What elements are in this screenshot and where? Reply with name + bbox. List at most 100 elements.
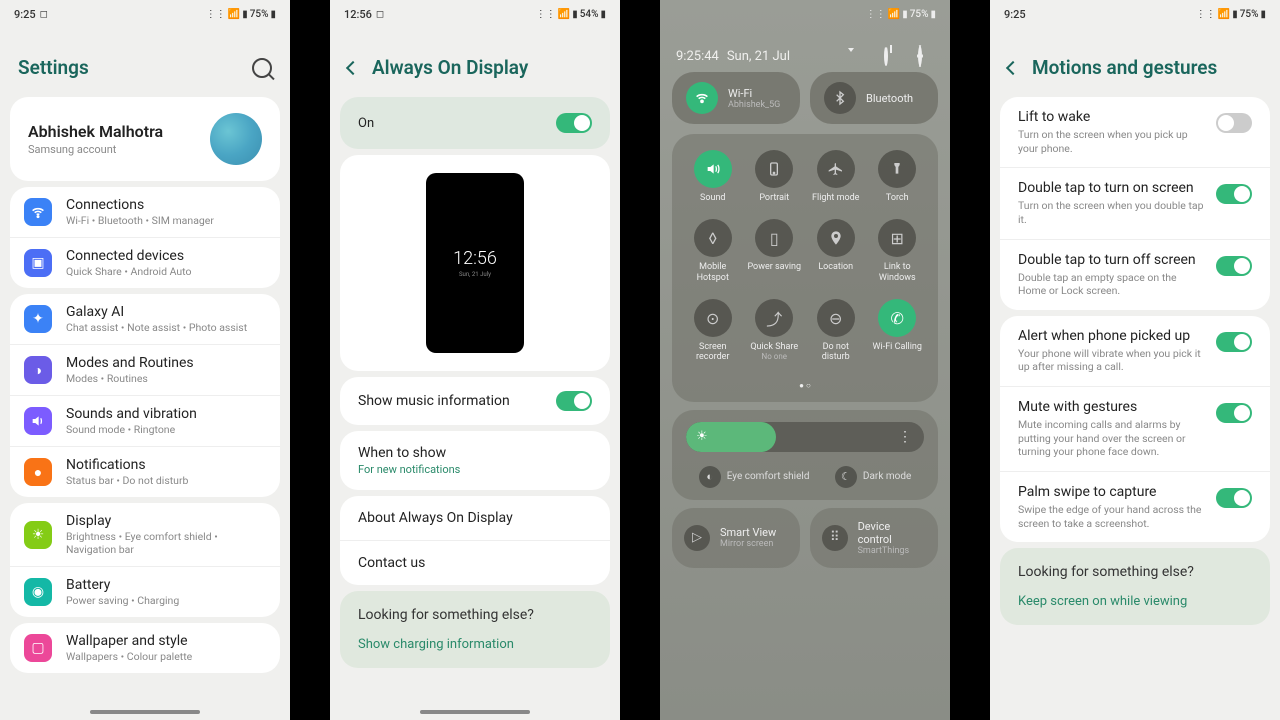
powersave-tile[interactable]: ▯Power saving bbox=[746, 219, 802, 283]
toggle-dtoff[interactable] bbox=[1216, 256, 1252, 276]
wifi-tile[interactable]: Wi-Fi Abhishek_5G bbox=[672, 72, 800, 124]
display-icon: ☀ bbox=[24, 521, 52, 549]
status-time: 9:25 bbox=[14, 8, 36, 21]
when-card: When to show For new notifications bbox=[340, 431, 610, 490]
smartview-tile[interactable]: ▷ Smart ViewMirror screen bbox=[672, 508, 800, 568]
screen-motions: 9:25 ⋮⋮ 📶 ▮ 75% ▮ Motions and gestures L… bbox=[990, 0, 1280, 720]
brightness-slider[interactable]: ☀ ⋮ bbox=[686, 422, 924, 452]
settings-group-wallpaper: ▢ Wallpaper and styleWallpapers • Colour… bbox=[10, 623, 280, 673]
page-title: Motions and gestures bbox=[1032, 56, 1217, 79]
hotspot-tile[interactable]: ◊Mobile Hotspot bbox=[685, 219, 741, 283]
edit-icon[interactable] bbox=[850, 48, 866, 64]
status-bar: 12:56 ◻ ⋮⋮ 📶 ▮ 54% ▮ bbox=[330, 0, 620, 28]
sound-tile[interactable]: Sound bbox=[685, 150, 741, 203]
footer-card: Looking for something else? Show chargin… bbox=[340, 591, 610, 668]
screen-quicksettings: ⋮⋮ 📶 ▮ 75% ▮ 9:25:44 Sun, 21 Jul Wi-Fi A… bbox=[660, 0, 950, 720]
screen-settings: 9:25 ◻ ⋮⋮ 📶 ▮ 75% ▮ Settings Abhishek Ma… bbox=[0, 0, 290, 720]
settings-item-modes[interactable]: ◑ Modes and RoutinesModes • Routines bbox=[10, 344, 280, 395]
settings-group-general: ✦ Galaxy AIChat assist • Note assist • P… bbox=[10, 294, 280, 497]
back-icon[interactable] bbox=[346, 60, 360, 74]
settings-group-display: ☀ DisplayBrightness • Eye comfort shield… bbox=[10, 503, 280, 617]
footer-link[interactable]: Keep screen on while viewing bbox=[1018, 594, 1252, 609]
brightness-icon: ☀ bbox=[696, 429, 708, 444]
smartview-icon: ▷ bbox=[684, 525, 710, 551]
motion-group-2: Alert when phone picked upYour phone wil… bbox=[1000, 316, 1270, 542]
qs-wide-tiles: Wi-Fi Abhishek_5G Bluetooth bbox=[660, 72, 950, 124]
settings-item-connections[interactable]: ConnectionsWi-Fi • Bluetooth • SIM manag… bbox=[10, 187, 280, 237]
about-row[interactable]: About Always On Display bbox=[340, 496, 610, 540]
windows-icon: ⊞ bbox=[878, 219, 916, 257]
sound-icon bbox=[24, 407, 52, 435]
settings-item-galaxy-ai[interactable]: ✦ Galaxy AIChat assist • Note assist • P… bbox=[10, 294, 280, 344]
settings-item-wallpaper[interactable]: ▢ Wallpaper and styleWallpapers • Colour… bbox=[10, 623, 280, 673]
mute-gesture-row[interactable]: Mute with gesturesMute incoming calls an… bbox=[1000, 386, 1270, 471]
slider-more-icon[interactable]: ⋮ bbox=[898, 429, 912, 445]
toggle-alert[interactable] bbox=[1216, 332, 1252, 352]
master-toggle-card[interactable]: On bbox=[340, 97, 610, 149]
preview-card[interactable]: 12:56 Sun, 21 July bbox=[340, 155, 610, 371]
double-tap-off-row[interactable]: Double tap to turn off screenDouble tap … bbox=[1000, 239, 1270, 310]
sound-icon bbox=[694, 150, 732, 188]
toggle-dton[interactable] bbox=[1216, 184, 1252, 204]
ai-icon: ✦ bbox=[24, 305, 52, 333]
lift-to-wake-row[interactable]: Lift to wakeTurn on the screen when you … bbox=[1000, 97, 1270, 167]
palm-swipe-row[interactable]: Palm swipe to captureSwipe the edge of y… bbox=[1000, 471, 1270, 542]
settings-item-battery[interactable]: ◉ BatteryPower saving • Charging bbox=[10, 566, 280, 617]
notifications-icon: ● bbox=[24, 458, 52, 486]
on-label: On bbox=[358, 116, 374, 131]
alert-pickup-row[interactable]: Alert when phone picked upYour phone wil… bbox=[1000, 316, 1270, 386]
settings-item-sounds[interactable]: Sounds and vibrationSound mode • Rington… bbox=[10, 395, 280, 446]
settings-item-display[interactable]: ☀ DisplayBrightness • Eye comfort shield… bbox=[10, 503, 280, 566]
screenrec-tile[interactable]: ⊙Screen recorder bbox=[685, 299, 741, 363]
footer-title: Looking for something else? bbox=[358, 607, 592, 623]
avatar[interactable] bbox=[210, 113, 262, 165]
powersave-icon: ▯ bbox=[755, 219, 793, 257]
nav-handle[interactable] bbox=[90, 710, 200, 714]
dark-mode-toggle[interactable]: ☾ Dark mode bbox=[835, 466, 911, 488]
share-icon: ⤴ bbox=[755, 299, 793, 337]
footer-link[interactable]: Show charging information bbox=[358, 637, 592, 652]
contact-row[interactable]: Contact us bbox=[340, 540, 610, 585]
devicecontrol-tile[interactable]: ⠿ Device controlSmartThings bbox=[810, 508, 938, 568]
status-bar: ⋮⋮ 📶 ▮ 75% ▮ bbox=[660, 0, 950, 28]
moon-icon: ☾ bbox=[835, 466, 857, 488]
account-card[interactable]: Abhishek Malhotra Samsung account bbox=[10, 97, 280, 181]
torch-tile[interactable]: Torch bbox=[869, 150, 925, 203]
eye-comfort-toggle[interactable]: ◐ Eye comfort shield bbox=[699, 466, 810, 488]
dnd-icon: ⊖ bbox=[817, 299, 855, 337]
wifi-icon bbox=[24, 198, 52, 226]
toggle-mute[interactable] bbox=[1216, 403, 1252, 423]
location-tile[interactable]: Location bbox=[808, 219, 864, 283]
when-to-show-row[interactable]: When to show For new notifications bbox=[340, 431, 610, 490]
portrait-tile[interactable]: Portrait bbox=[746, 150, 802, 203]
settings-item-notifications[interactable]: ● NotificationsStatus bar • Do not distu… bbox=[10, 446, 280, 497]
toggle-palm[interactable] bbox=[1216, 488, 1252, 508]
brightness-card: ☀ ⋮ ◐ Eye comfort shield ☾ Dark mode bbox=[672, 410, 938, 500]
eye-icon: ◐ bbox=[699, 466, 721, 488]
devicecontrol-icon: ⠿ bbox=[822, 525, 848, 551]
settings-group-connections: ConnectionsWi-Fi • Bluetooth • SIM manag… bbox=[10, 187, 280, 288]
airplane-icon bbox=[817, 150, 855, 188]
toggle-on[interactable] bbox=[556, 113, 592, 133]
status-time: 9:25 bbox=[1004, 8, 1026, 21]
phone-preview: 12:56 Sun, 21 July bbox=[426, 173, 524, 353]
double-tap-on-row[interactable]: Double tap to turn on screenTurn on the … bbox=[1000, 167, 1270, 238]
settings-icon[interactable] bbox=[918, 48, 934, 64]
show-music-row[interactable]: Show music information bbox=[340, 377, 610, 425]
screenrec-icon: ⊙ bbox=[694, 299, 732, 337]
flight-tile[interactable]: Flight mode bbox=[808, 150, 864, 203]
toggle-music[interactable] bbox=[556, 391, 592, 411]
back-icon[interactable] bbox=[1006, 60, 1020, 74]
toggle-lift[interactable] bbox=[1216, 113, 1252, 133]
wificall-tile[interactable]: ✆Wi-Fi Calling bbox=[869, 299, 925, 363]
bluetooth-tile[interactable]: Bluetooth bbox=[810, 72, 938, 124]
screen-aod: 12:56 ◻ ⋮⋮ 📶 ▮ 54% ▮ Always On Display O… bbox=[330, 0, 620, 720]
nav-handle[interactable] bbox=[420, 710, 530, 714]
settings-item-connected-devices[interactable]: ▣ Connected devicesQuick Share • Android… bbox=[10, 237, 280, 288]
quickshare-tile[interactable]: ⤴Quick ShareNo one bbox=[746, 299, 802, 363]
linkwin-tile[interactable]: ⊞Link to Windows bbox=[869, 219, 925, 283]
search-icon[interactable] bbox=[252, 58, 272, 78]
power-icon[interactable] bbox=[884, 48, 900, 64]
dnd-tile[interactable]: ⊖Do not disturb bbox=[808, 299, 864, 363]
motion-group-1: Lift to wakeTurn on the screen when you … bbox=[1000, 97, 1270, 310]
